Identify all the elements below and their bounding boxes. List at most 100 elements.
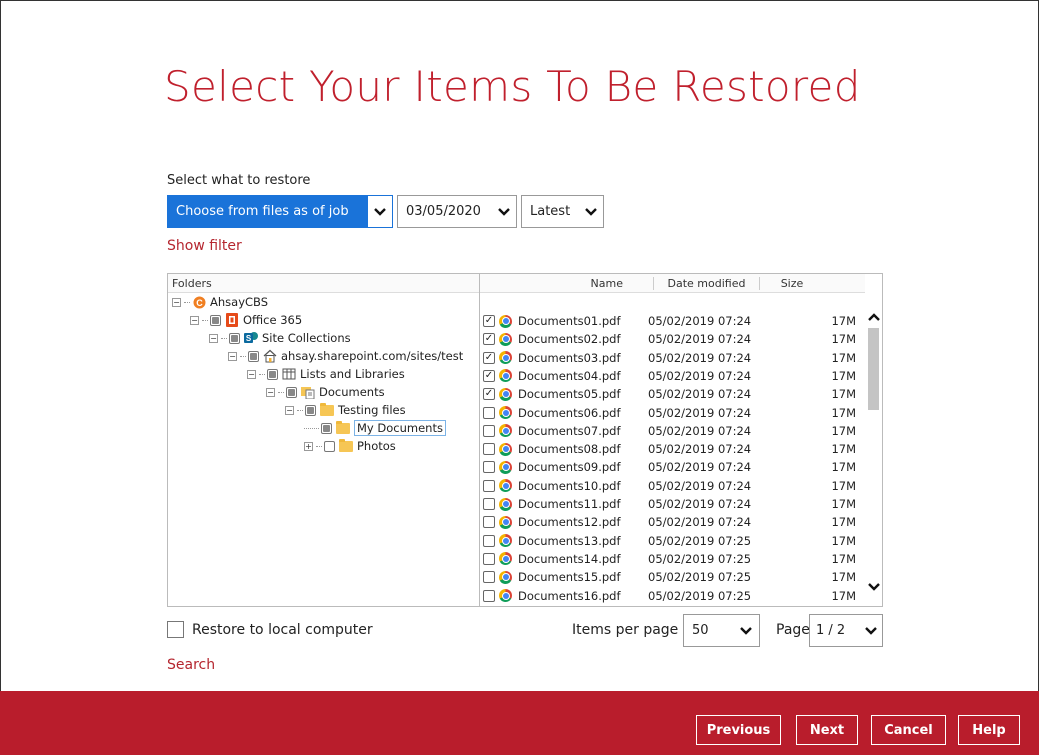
file-date: 05/02/2019 07:24: [648, 423, 752, 438]
file-checkbox[interactable]: [483, 443, 495, 456]
tree-node-sharepoint-site[interactable]: − ahsay.sharepoint.com/sites/test: [228, 347, 463, 365]
tree-checkbox[interactable]: [210, 314, 221, 326]
chrome-pdf-icon: [499, 589, 512, 602]
file-checkbox[interactable]: ✓: [483, 333, 495, 346]
file-name: Documents03.pdf: [518, 350, 621, 365]
collapse-icon[interactable]: −: [209, 333, 218, 343]
job-version-dropdown[interactable]: Latest: [521, 195, 604, 228]
file-name: Documents02.pdf: [518, 332, 621, 347]
search-link[interactable]: Search: [167, 657, 215, 673]
file-name: Documents04.pdf: [518, 368, 621, 383]
scroll-thumb[interactable]: [868, 328, 879, 410]
column-header-date[interactable]: Date modified: [654, 276, 760, 290]
tree-node-office365[interactable]: − Office 365: [190, 311, 302, 329]
file-checkbox[interactable]: [483, 479, 495, 492]
file-checkbox[interactable]: ✓: [483, 388, 495, 401]
file-size: 17M: [831, 460, 856, 475]
file-date: 05/02/2019 07:24: [648, 350, 752, 365]
file-row[interactable]: Documents15.pdf 05/02/2019 07:25 17M: [480, 568, 865, 586]
collapse-icon[interactable]: −: [266, 387, 275, 397]
file-checkbox[interactable]: [483, 571, 495, 584]
file-checkbox[interactable]: ✓: [483, 351, 495, 364]
file-row[interactable]: Documents06.pdf 05/02/2019 07:24 17M: [480, 404, 865, 422]
scroll-down-icon[interactable]: [867, 581, 880, 593]
column-header-name[interactable]: Name: [480, 276, 654, 290]
restore-local-checkbox[interactable]: Restore to local computer: [167, 621, 373, 638]
file-checkbox[interactable]: [483, 498, 495, 510]
file-row[interactable]: Documents16.pdf 05/02/2019 07:25 17M: [480, 587, 865, 605]
expand-icon[interactable]: +: [304, 441, 313, 451]
tree-checkbox[interactable]: [267, 368, 278, 380]
tree-node-label: AhsayCBS: [210, 295, 269, 309]
tree-node-my-documents[interactable]: My Documents: [304, 419, 446, 437]
chrome-pdf-icon: [499, 369, 512, 383]
tree-node-ahsaycbs[interactable]: − C AhsayCBS: [172, 293, 268, 311]
file-row[interactable]: Documents17.pdf05/02/2019 07:2517M: [480, 605, 865, 606]
file-checkbox[interactable]: [483, 516, 495, 529]
file-name: Documents09.pdf: [518, 460, 621, 475]
collapse-icon[interactable]: −: [190, 315, 199, 325]
show-filter-link[interactable]: Show filter: [167, 238, 242, 254]
tree-node-photos[interactable]: + Photos: [304, 437, 396, 455]
collapse-icon[interactable]: −: [172, 297, 181, 307]
files-scrollbar[interactable]: [865, 293, 882, 606]
file-row[interactable]: Documents07.pdf 05/02/2019 07:24 17M: [480, 422, 865, 440]
file-row[interactable]: Documents14.pdf 05/02/2019 07:25 17M: [480, 550, 865, 568]
previous-button[interactable]: Previous: [696, 715, 781, 745]
list-icon: [282, 367, 296, 381]
tree-node-site-collections[interactable]: − S Site Collections: [209, 329, 351, 347]
tree-checkbox[interactable]: [248, 350, 259, 362]
scroll-up-icon[interactable]: [867, 311, 880, 323]
file-size: 17M: [831, 478, 856, 493]
file-row[interactable]: Documents13.pdf 05/02/2019 07:25 17M: [480, 532, 865, 550]
file-row[interactable]: ✓ Documents02.pdf 05/02/2019 07:24 17M: [480, 330, 865, 348]
items-per-page-dropdown[interactable]: 50: [683, 614, 760, 647]
file-checkbox[interactable]: ✓: [483, 369, 495, 382]
tree-checkbox[interactable]: [305, 404, 316, 416]
tree-checkbox[interactable]: [321, 422, 332, 434]
file-row[interactable]: Documents08.pdf 05/02/2019 07:24 17M: [480, 440, 865, 458]
column-header-size[interactable]: Size: [760, 277, 824, 290]
job-date-dropdown[interactable]: 03/05/2020: [397, 195, 517, 228]
file-row[interactable]: Documents09.pdf 05/02/2019 07:24 17M: [480, 458, 865, 476]
tree-node-documents[interactable]: − Documents: [266, 383, 385, 401]
tree-node-lists-libraries[interactable]: − Lists and Libraries: [247, 365, 405, 383]
checkbox-box[interactable]: [167, 621, 184, 638]
file-name: Documents12.pdf: [518, 515, 621, 530]
tree-checkbox[interactable]: [324, 440, 335, 452]
file-name: Documents08.pdf: [518, 442, 621, 457]
file-checkbox[interactable]: [483, 424, 495, 437]
page-dropdown[interactable]: 1 / 2: [809, 614, 883, 647]
file-row[interactable]: Documents10.pdf 05/02/2019 07:24 17M: [480, 477, 865, 495]
help-button[interactable]: Help: [958, 715, 1020, 745]
file-checkbox[interactable]: ✓: [483, 315, 495, 327]
next-button[interactable]: Next: [796, 715, 858, 745]
library-icon: [301, 385, 315, 399]
chrome-pdf-icon: [499, 534, 512, 548]
file-checkbox[interactable]: [483, 406, 495, 419]
file-checkbox[interactable]: [483, 461, 495, 474]
tree-checkbox[interactable]: [286, 386, 297, 398]
chrome-pdf-icon: [499, 387, 512, 401]
tree-node-testing-files[interactable]: − Testing files: [285, 401, 406, 419]
file-row[interactable]: ✓ Documents03.pdf 05/02/2019 07:24 17M: [480, 349, 865, 367]
collapse-icon[interactable]: −: [247, 369, 256, 379]
file-name: Documents10.pdf: [518, 478, 621, 493]
file-checkbox[interactable]: [483, 534, 495, 547]
collapse-icon[interactable]: −: [228, 351, 237, 361]
restore-mode-dropdown[interactable]: Choose from files as of job: [167, 195, 393, 228]
file-row[interactable]: Documents11.pdf 05/02/2019 07:24 17M: [480, 495, 865, 513]
cancel-button[interactable]: Cancel: [871, 715, 946, 745]
file-date: 05/02/2019 07:24: [648, 442, 752, 457]
tree-checkbox[interactable]: [229, 332, 240, 344]
file-row[interactable]: ✓ Documents04.pdf 05/02/2019 07:24 17M: [480, 367, 865, 385]
file-row[interactable]: ✓ Documents01.pdf 05/02/2019 07:24 17M: [480, 312, 865, 330]
file-size: 17M: [831, 515, 856, 530]
file-row[interactable]: Documents12.pdf 05/02/2019 07:24 17M: [480, 513, 865, 531]
file-date: 05/02/2019 07:24: [648, 314, 752, 328]
file-checkbox[interactable]: [483, 552, 495, 565]
collapse-icon[interactable]: −: [285, 405, 294, 415]
file-date: 05/02/2019 07:24: [648, 515, 752, 530]
file-row[interactable]: ✓ Documents05.pdf 05/02/2019 07:24 17M: [480, 385, 865, 403]
file-checkbox[interactable]: [483, 589, 495, 602]
